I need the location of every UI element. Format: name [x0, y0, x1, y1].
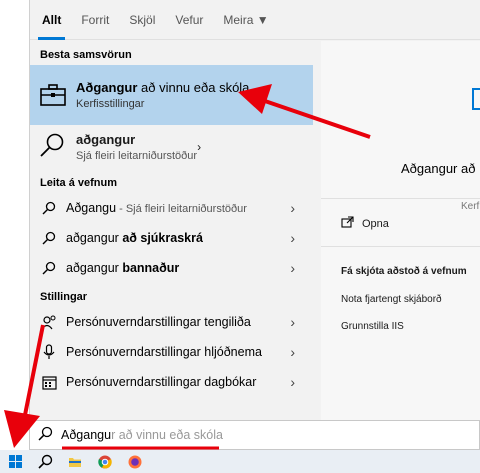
web-result-item[interactable]: Aðgangu - Sjá fleiri leitarniðurstöður ›: [30, 193, 313, 223]
search-icon: [40, 261, 58, 275]
open-action[interactable]: Opna: [341, 216, 389, 231]
web-result-text: Aðgangu: [66, 201, 117, 215]
divider: [321, 198, 480, 199]
chevron-right-icon[interactable]: ›: [290, 223, 295, 253]
web-result-item[interactable]: aðgangur að sjúkraskrá ›: [30, 223, 313, 253]
section-settings: Stillingar: [40, 291, 88, 303]
preview-pane: Aðgangur að Kerfi Opna Fá skjóta aðstoð …: [321, 41, 480, 420]
chrome-icon[interactable]: [90, 450, 120, 473]
chevron-right-icon[interactable]: ›: [290, 253, 295, 283]
web-result-item[interactable]: aðgangur bannaður ›: [30, 253, 313, 283]
search-icon[interactable]: [30, 450, 60, 473]
chevron-right-icon[interactable]: ›: [197, 140, 201, 154]
tab-more[interactable]: Meira ▼: [223, 0, 268, 40]
search-typed-text: Aðgangu: [61, 428, 112, 442]
briefcase-icon: [38, 80, 68, 110]
tab-web[interactable]: Vefur: [175, 0, 203, 40]
best-match-subtitle: Kerfisstillingar: [76, 98, 145, 110]
search-icon: [40, 201, 58, 215]
web-result-text: aðgangur: [66, 231, 123, 245]
tab-documents[interactable]: Skjöl: [129, 0, 155, 40]
divider: [321, 246, 480, 247]
open-label: Opna: [362, 217, 389, 230]
section-best-match: Besta samsvörun: [40, 49, 132, 61]
settings-item[interactable]: Persónuverndarstillingar dagbókar ›: [30, 367, 313, 397]
firefox-icon[interactable]: [120, 450, 150, 473]
search-icon: [40, 231, 58, 245]
section-web-search: Leita á vefnum: [40, 177, 118, 189]
open-icon: [341, 216, 354, 231]
briefcase-icon: [471, 81, 480, 114]
search-input[interactable]: Aðgangur að vinnu eða skóla: [61, 428, 223, 442]
settings-item-label: Persónuverndarstillingar hljóðnema: [66, 345, 262, 359]
search-panel: Allt Forrit Skjöl Vefur Meira ▼ Besta sa…: [29, 0, 480, 420]
settings-item-label: Persónuverndarstillingar tengiliða: [66, 315, 251, 329]
web-help-header: Fá skjóta aðstoð á vefnum: [341, 266, 467, 277]
result-subtitle: Sjá fleiri leitarniðurstöður: [76, 150, 198, 162]
preview-title: Aðgangur að: [401, 161, 476, 176]
chevron-right-icon[interactable]: ›: [290, 307, 295, 337]
result-title: aðgangur: [76, 132, 136, 147]
search-icon: [38, 132, 66, 163]
calendar-icon: [40, 375, 58, 390]
web-result-extra: - Sjá fleiri leitarniðurstöður: [116, 203, 247, 215]
web-result-bold: að sjúkraskrá: [122, 231, 203, 245]
search-icon: [38, 426, 53, 444]
filter-tabs: Allt Forrit Skjöl Vefur Meira ▼: [30, 0, 480, 40]
web-result-bold: bannaður: [122, 261, 180, 275]
settings-item-label: Persónuverndarstillingar dagbókar: [66, 375, 257, 389]
contacts-icon: [40, 314, 58, 330]
web-result-text: aðgangur: [66, 261, 123, 275]
search-suggestion: r að vinnu eða skóla: [111, 428, 223, 442]
settings-item[interactable]: Persónuverndarstillingar tengiliða ›: [30, 307, 313, 337]
chevron-right-icon[interactable]: ›: [290, 337, 295, 367]
help-link[interactable]: Nota fjartengt skjáborð: [341, 294, 442, 305]
tab-all[interactable]: Allt: [37, 0, 66, 40]
help-link[interactable]: Grunnstilla IIS: [341, 321, 404, 332]
tab-apps[interactable]: Forrit: [81, 0, 109, 40]
best-match-title: Aðgangur að vinnu eða skóla: [76, 80, 250, 95]
result-item[interactable]: aðgangur Sjá fleiri leitarniðurstöður ›: [30, 125, 313, 169]
taskbar: [0, 450, 480, 473]
microphone-icon: [40, 344, 58, 360]
chevron-right-icon[interactable]: ›: [290, 367, 295, 397]
preview-subtitle: Kerfi: [461, 201, 480, 212]
file-explorer-icon[interactable]: [60, 450, 90, 473]
windows-start-icon[interactable]: [0, 450, 30, 473]
chevron-right-icon[interactable]: ›: [290, 193, 295, 223]
best-match-item[interactable]: Aðgangur að vinnu eða skóla Kerfisstilli…: [30, 65, 313, 125]
results-list: Besta samsvörun Aðgangur að vinnu eða sk…: [30, 41, 313, 420]
search-box[interactable]: Aðgangur að vinnu eða skóla: [29, 420, 480, 450]
settings-item[interactable]: Persónuverndarstillingar hljóðnema ›: [30, 337, 313, 367]
